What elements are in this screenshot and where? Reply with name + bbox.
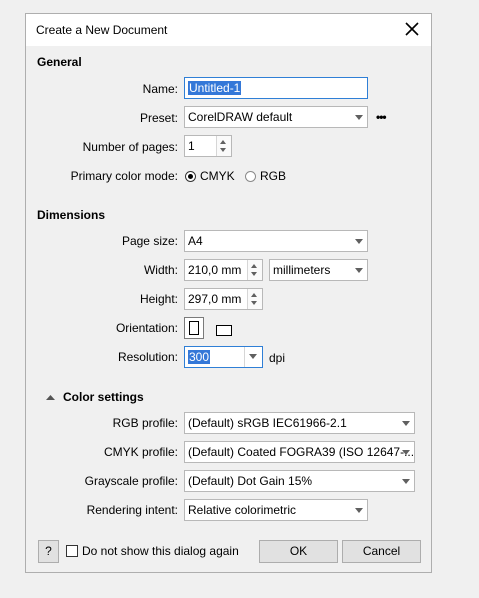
pages-label: Number of pages: bbox=[82, 140, 178, 154]
pages-spinner[interactable] bbox=[216, 136, 231, 156]
chevron-down-icon bbox=[249, 354, 257, 359]
preset-label: Preset: bbox=[139, 111, 178, 125]
name-label: Name: bbox=[142, 82, 178, 96]
spin-down-icon bbox=[220, 148, 226, 152]
height-spinner[interactable] bbox=[247, 289, 262, 309]
dialog-title: Create a New Document bbox=[36, 23, 168, 37]
resolution-label: Resolution: bbox=[117, 350, 178, 364]
rgb-profile-dropdown[interactable]: (Default) sRGB IEC61966-2.1 bbox=[184, 412, 415, 434]
general-section-title: General bbox=[37, 55, 82, 69]
rendering-intent-value: Relative colorimetric bbox=[188, 503, 297, 517]
collapse-chevron-icon[interactable] bbox=[46, 394, 55, 400]
name-value: Untitled-1 bbox=[188, 81, 242, 95]
landscape-orientation-button[interactable] bbox=[216, 325, 232, 336]
close-icon[interactable] bbox=[401, 17, 423, 41]
spin-up-icon bbox=[220, 140, 226, 144]
page-size-dropdown[interactable]: A4 bbox=[184, 230, 368, 252]
portrait-icon bbox=[189, 321, 199, 335]
height-stepper[interactable]: 297,0 mm bbox=[184, 288, 263, 310]
spin-up-icon bbox=[251, 293, 257, 297]
cmyk-radio[interactable] bbox=[185, 171, 196, 182]
spin-up-icon bbox=[251, 264, 257, 268]
dimensions-section-title: Dimensions bbox=[37, 208, 106, 222]
name-input[interactable]: Untitled-1 bbox=[184, 77, 368, 99]
chevron-down-icon bbox=[402, 421, 410, 426]
grayscale-profile-dropdown[interactable]: (Default) Dot Gain 15% bbox=[184, 470, 415, 492]
units-dropdown[interactable]: millimeters bbox=[269, 259, 368, 281]
grayscale-profile-value: (Default) Dot Gain 15% bbox=[188, 474, 313, 488]
resolution-dropdown-button[interactable] bbox=[244, 347, 262, 367]
rendering-intent-label: Rendering intent: bbox=[86, 503, 178, 517]
chevron-down-icon bbox=[355, 239, 363, 244]
width-label: Width: bbox=[143, 263, 178, 277]
chevron-down-icon bbox=[355, 508, 363, 513]
ok-button[interactable]: OK bbox=[259, 540, 338, 563]
cancel-button[interactable]: Cancel bbox=[342, 540, 421, 563]
create-document-dialog: Create a New Document General Name: Unti… bbox=[25, 13, 432, 573]
spin-down-icon bbox=[251, 301, 257, 305]
chevron-down-icon bbox=[402, 479, 410, 484]
title-bar: Create a New Document bbox=[26, 14, 431, 46]
cmyk-profile-dropdown[interactable]: (Default) Coated FOGRA39 (ISO 12647-... bbox=[184, 441, 415, 463]
rgb-label: RGB bbox=[260, 169, 287, 183]
rgb-profile-value: (Default) sRGB IEC61966-2.1 bbox=[188, 416, 347, 430]
chevron-down-icon bbox=[355, 115, 363, 120]
cmyk-profile-value: (Default) Coated FOGRA39 (ISO 12647-... bbox=[188, 445, 415, 459]
rgb-profile-label: RGB profile: bbox=[112, 416, 178, 430]
page-size-label: Page size: bbox=[121, 234, 178, 248]
grayscale-profile-label: Grayscale profile: bbox=[84, 474, 178, 488]
resolution-combobox[interactable]: 300 bbox=[184, 346, 263, 368]
height-value: 297,0 mm bbox=[188, 292, 242, 306]
color-settings-section-title[interactable]: Color settings bbox=[63, 390, 144, 404]
chevron-down-icon bbox=[402, 450, 410, 455]
height-label: Height: bbox=[139, 292, 178, 306]
orientation-label: Orientation: bbox=[115, 321, 178, 335]
width-value: 210,0 mm bbox=[188, 263, 242, 277]
units-value: millimeters bbox=[273, 263, 331, 277]
page-size-value: A4 bbox=[188, 234, 203, 248]
rendering-intent-dropdown[interactable]: Relative colorimetric bbox=[184, 499, 368, 521]
dont-show-label[interactable]: Do not show this dialog again bbox=[82, 544, 239, 558]
width-stepper[interactable]: 210,0 mm bbox=[184, 259, 263, 281]
resolution-unit: dpi bbox=[269, 351, 286, 365]
resolution-value: 300 bbox=[188, 350, 211, 364]
portrait-orientation-button[interactable] bbox=[184, 317, 204, 339]
more-options-button[interactable]: ••• bbox=[376, 110, 387, 124]
preset-dropdown[interactable]: CorelDRAW default bbox=[184, 106, 368, 128]
cmyk-label: CMYK bbox=[200, 169, 235, 183]
color-mode-label: Primary color mode: bbox=[70, 169, 178, 183]
preset-value: CorelDRAW default bbox=[188, 110, 293, 124]
chevron-down-icon bbox=[355, 268, 363, 273]
rgb-radio[interactable] bbox=[245, 171, 256, 182]
pages-value: 1 bbox=[188, 139, 195, 153]
help-button[interactable]: ? bbox=[38, 540, 59, 563]
cmyk-profile-label: CMYK profile: bbox=[103, 445, 178, 459]
pages-stepper[interactable]: 1 bbox=[184, 135, 232, 157]
spin-down-icon bbox=[251, 272, 257, 276]
dont-show-checkbox[interactable] bbox=[66, 545, 78, 557]
width-spinner[interactable] bbox=[247, 260, 262, 280]
